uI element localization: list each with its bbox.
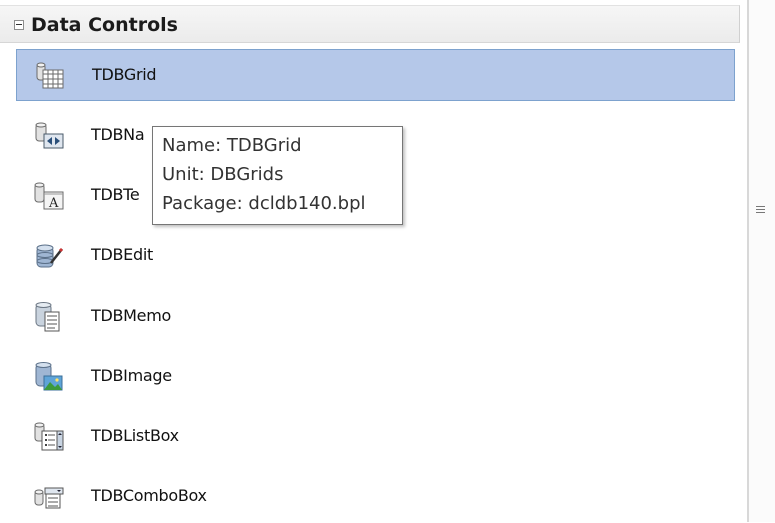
dbimage-icon: [33, 362, 65, 392]
dbtext-icon: A: [33, 181, 65, 211]
item-label: TDBGrid: [92, 65, 157, 84]
palette-item-tdblistbox[interactable]: TDBListBox: [16, 411, 735, 463]
item-label: TDBImage: [91, 366, 172, 385]
category-header-data-controls[interactable]: Data Controls: [0, 5, 740, 43]
palette-item-tdbgrid[interactable]: TDBGrid: [16, 49, 735, 101]
dbmemo-icon: [33, 302, 65, 332]
tool-palette: Data Controls TDBGrid TDBNa A TDBTe TDBE…: [0, 0, 745, 522]
dbedit-icon: [33, 241, 65, 271]
collapse-minus-icon[interactable]: [14, 20, 24, 30]
dblistbox-icon: [33, 422, 65, 452]
dbcombobox-icon: [33, 482, 65, 512]
vertical-scrollbar[interactable]: [749, 0, 775, 522]
tooltip-package: Package: dcldb140.bpl: [162, 193, 366, 214]
splitter-grip-icon[interactable]: [756, 206, 766, 216]
palette-item-tdbcombobox[interactable]: TDBComboBox: [16, 471, 735, 523]
palette-item-tdbimage[interactable]: TDBImage: [16, 351, 735, 403]
tooltip-name: Name: TDBGrid: [162, 135, 302, 156]
item-label: TDBMemo: [91, 306, 171, 325]
item-label: TDBComboBox: [91, 486, 207, 505]
item-label: TDBListBox: [91, 426, 179, 445]
item-label: TDBTe: [91, 185, 140, 204]
dbgrid-icon: [34, 61, 66, 91]
svg-text:A: A: [48, 196, 59, 211]
palette-item-tdbmemo[interactable]: TDBMemo: [16, 291, 735, 343]
palette-item-tdbedit[interactable]: TDBEdit: [16, 230, 735, 282]
tooltip-unit: Unit: DBGrids: [162, 164, 284, 185]
item-label: TDBNa: [91, 125, 145, 144]
component-tooltip: Name: TDBGrid Unit: DBGrids Package: dcl…: [152, 126, 403, 225]
dbnavigator-icon: [33, 121, 65, 151]
category-title: Data Controls: [31, 14, 178, 36]
item-label: TDBEdit: [91, 245, 153, 264]
